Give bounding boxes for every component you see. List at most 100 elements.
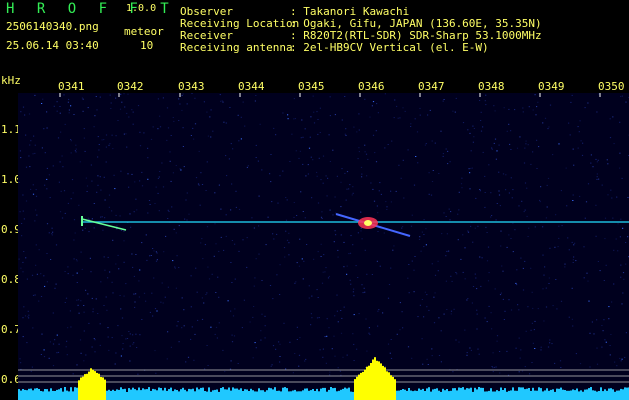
noise-dot: [620, 360, 622, 362]
noise-dot: [597, 159, 599, 161]
noise-dot: [156, 310, 158, 312]
noise-dot: [546, 184, 548, 186]
noise-dot: [160, 301, 162, 303]
noise-dot: [194, 333, 196, 335]
noise-dot: [234, 308, 236, 310]
noise-dot: [596, 319, 598, 321]
noise-dot: [185, 199, 187, 201]
noise-dot: [548, 277, 550, 279]
noise-dot: [123, 133, 125, 135]
noise-dot: [547, 128, 549, 130]
spectrum-bar: [512, 387, 514, 400]
noise-dot: [108, 206, 110, 208]
spectrum-bar: [290, 391, 292, 400]
noise-dot: [260, 330, 262, 332]
noise-dot: [55, 244, 58, 246]
noise-dot: [285, 219, 288, 221]
noise-dot: [399, 117, 401, 119]
noise-dot: [139, 334, 141, 336]
spectrum-bar: [488, 390, 490, 400]
noise-dot: [577, 126, 579, 128]
noise-dot: [203, 302, 205, 304]
spectrum-bar: [476, 389, 478, 400]
noise-dot: [426, 306, 428, 308]
noise-dot: [580, 140, 582, 142]
noise-dot: [225, 214, 227, 216]
noise-dot: [26, 278, 28, 280]
noise-dot: [201, 184, 204, 185]
noise-dot: [49, 197, 51, 199]
noise-dot: [137, 105, 140, 107]
noise-dot: [134, 306, 136, 308]
noise-dot: [408, 264, 410, 265]
noise-dot: [246, 166, 248, 168]
noise-dot: [254, 277, 256, 279]
noise-dot: [560, 190, 562, 192]
noise-dot: [231, 334, 233, 336]
noise-dot: [293, 202, 295, 203]
noise-dot: [621, 303, 623, 305]
noise-dot: [220, 100, 222, 102]
noise-dot: [352, 186, 354, 188]
noise-dot: [442, 155, 444, 157]
noise-dot: [491, 147, 493, 149]
noise-dot: [275, 134, 277, 136]
noise-dot: [63, 190, 66, 192]
noise-dot: [341, 168, 343, 170]
noise-dot: [225, 155, 227, 157]
noise-dot: [480, 111, 482, 113]
noise-dot: [387, 297, 390, 299]
spectrum-bar: [58, 389, 60, 400]
noise-dot: [531, 322, 533, 324]
noise-dot: [118, 268, 120, 270]
noise-dot: [53, 105, 55, 107]
noise-dot: [69, 310, 71, 312]
noise-dot: [346, 273, 348, 275]
spectrum-bar: [258, 388, 260, 400]
noise-dot: [133, 275, 135, 277]
noise-dot: [57, 351, 60, 353]
noise-dot: [395, 190, 397, 192]
noise-dot: [596, 173, 598, 175]
noise-dot: [350, 235, 352, 237]
noise-dot: [328, 327, 330, 329]
noise-dot: [431, 263, 433, 265]
noise-dot: [421, 338, 423, 340]
noise-dot: [204, 368, 206, 370]
noise-dot: [445, 280, 447, 282]
noise-dot: [155, 260, 158, 262]
noise-dot: [203, 101, 205, 103]
noise-dot: [532, 342, 534, 344]
spectrum-bar: [468, 388, 470, 400]
spectrum-bar: [226, 389, 228, 400]
noise-dot: [479, 190, 481, 192]
noise-dot: [410, 123, 412, 125]
noise-dot: [361, 284, 363, 286]
noise-dot: [155, 186, 157, 188]
noise-dot: [211, 273, 213, 275]
noise-dot: [200, 242, 202, 244]
noise-dot: [230, 209, 232, 211]
noise-dot: [254, 342, 256, 344]
noise-dot: [107, 327, 109, 329]
noise-dot: [322, 348, 324, 350]
noise-dot: [120, 355, 122, 357]
noise-dot: [147, 178, 149, 180]
noise-dot: [139, 145, 142, 147]
noise-dot: [357, 277, 359, 278]
noise-dot: [348, 188, 350, 190]
noise-dot: [135, 254, 137, 255]
x-tick-label: 0347: [418, 80, 445, 93]
noise-dot: [57, 137, 60, 139]
noise-dot: [448, 250, 450, 252]
noise-dot: [237, 114, 239, 116]
noise-dot: [81, 268, 83, 270]
noise-dot: [260, 339, 262, 341]
noise-dot: [73, 239, 75, 241]
noise-dot: [479, 100, 481, 101]
noise-dot: [286, 239, 289, 241]
noise-dot: [198, 184, 200, 186]
spectrum-bar: [138, 387, 140, 400]
noise-dot: [304, 360, 306, 362]
noise-dot: [85, 177, 87, 179]
